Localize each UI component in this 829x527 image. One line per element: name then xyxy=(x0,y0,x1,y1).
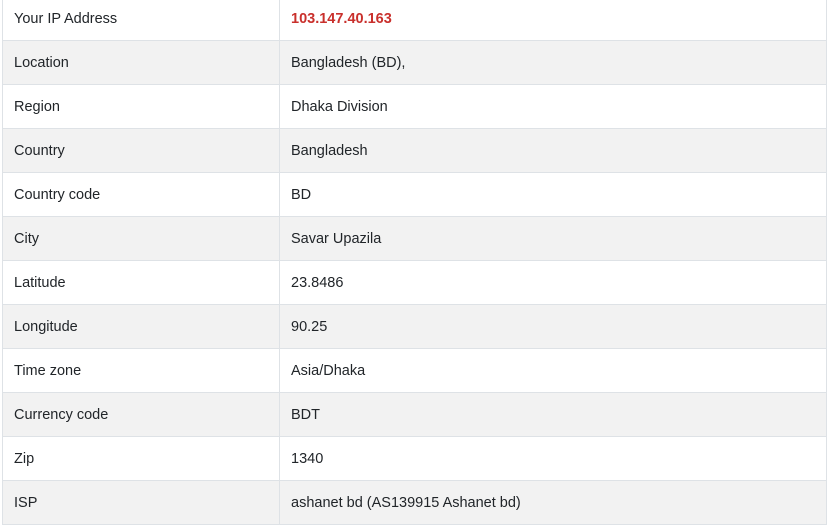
ip-info-table: Your IP Address 103.147.40.163 Location … xyxy=(2,0,827,525)
country-code-label: Country code xyxy=(2,172,280,217)
table-row: City Savar Upazila xyxy=(2,216,827,261)
latitude-value: 23.8486 xyxy=(279,260,827,305)
table-row: Location Bangladesh (BD), xyxy=(2,40,827,85)
table-row: Your IP Address 103.147.40.163 xyxy=(2,0,827,41)
zip-label: Zip xyxy=(2,436,280,481)
table-row: Country Bangladesh xyxy=(2,128,827,173)
ip-info-table-body: Your IP Address 103.147.40.163 Location … xyxy=(2,0,827,525)
isp-value: ashanet bd (AS139915 Ashanet bd) xyxy=(279,480,827,525)
table-row: ISP ashanet bd (AS139915 Ashanet bd) xyxy=(2,480,827,525)
country-label: Country xyxy=(2,128,280,173)
location-label: Location xyxy=(2,40,280,85)
table-row: Currency code BDT xyxy=(2,392,827,437)
table-row: Country code BD xyxy=(2,172,827,217)
table-row: Region Dhaka Division xyxy=(2,84,827,129)
region-value: Dhaka Division xyxy=(279,84,827,129)
currency-code-label: Currency code xyxy=(2,392,280,437)
isp-label: ISP xyxy=(2,480,280,525)
ip-address-label: Your IP Address xyxy=(2,0,280,41)
currency-code-value: BDT xyxy=(279,392,827,437)
country-value: Bangladesh xyxy=(279,128,827,173)
longitude-value: 90.25 xyxy=(279,304,827,349)
longitude-label: Longitude xyxy=(2,304,280,349)
zip-value: 1340 xyxy=(279,436,827,481)
table-row: Longitude 90.25 xyxy=(2,304,827,349)
city-value: Savar Upazila xyxy=(279,216,827,261)
time-zone-value: Asia/Dhaka xyxy=(279,348,827,393)
city-label: City xyxy=(2,216,280,261)
location-value: Bangladesh (BD), xyxy=(279,40,827,85)
latitude-label: Latitude xyxy=(2,260,280,305)
ip-address-value: 103.147.40.163 xyxy=(279,0,827,41)
region-label: Region xyxy=(2,84,280,129)
country-code-value: BD xyxy=(279,172,827,217)
time-zone-label: Time zone xyxy=(2,348,280,393)
table-row: Time zone Asia/Dhaka xyxy=(2,348,827,393)
table-row: Zip 1340 xyxy=(2,436,827,481)
table-row: Latitude 23.8486 xyxy=(2,260,827,305)
